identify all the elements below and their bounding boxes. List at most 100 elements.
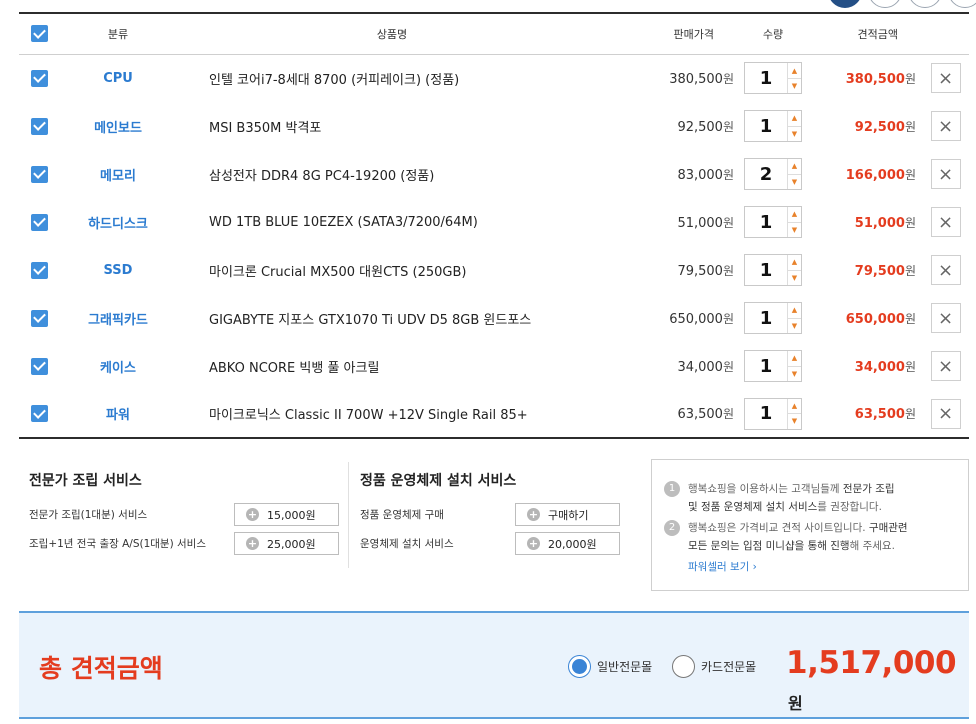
row-category[interactable]: 파워 xyxy=(59,390,177,439)
row-product-name[interactable]: 삼성전자 DDR4 8G PC4-19200 (정품) xyxy=(177,150,607,198)
table-row: CPU 인텔 코어i7-8세대 8700 (커피레이크) (정품) 380,50… xyxy=(19,54,969,102)
row-delete-cell: × xyxy=(922,150,969,198)
row-product-name[interactable]: 인텔 코어i7-8세대 8700 (커피레이크) (정품) xyxy=(177,54,607,102)
increase-qty-icon[interactable]: ▲ xyxy=(788,255,801,270)
row-product-name[interactable]: 마이크론 Crucial MX500 대원CTS (250GB) xyxy=(177,246,607,294)
delete-row-button[interactable]: × xyxy=(930,255,961,285)
buy-os-button[interactable]: + 구매하기 xyxy=(515,503,620,526)
increase-qty-icon[interactable]: ▲ xyxy=(788,159,801,174)
row-checkbox[interactable] xyxy=(30,213,48,231)
notice-emphasis: 구매관련 xyxy=(868,522,908,534)
quantity-stepper[interactable]: 1 ▲ ▼ xyxy=(744,254,802,286)
delete-row-button[interactable]: × xyxy=(930,398,961,429)
quantity-value[interactable]: 2 xyxy=(745,159,787,189)
quantity-value[interactable]: 1 xyxy=(745,207,787,237)
plus-icon: + xyxy=(246,508,259,521)
expert-service-row: 조립+1년 전국 출장 A/S(1대분) 서비스 +25,000원 xyxy=(29,529,339,558)
os-install-button[interactable]: +20,000원 xyxy=(515,532,620,555)
quantity-stepper[interactable]: 2 ▲ ▼ xyxy=(744,158,802,190)
row-total-unit: 원 xyxy=(904,359,916,374)
decrease-qty-icon[interactable]: ▼ xyxy=(788,269,801,286)
increase-qty-icon[interactable]: ▲ xyxy=(788,303,801,318)
row-checkbox[interactable] xyxy=(30,357,48,375)
row-checkbox[interactable] xyxy=(30,261,48,279)
estimate-table: 분류 상품명 판매가격 수량 견적금액 CPU 인텔 코어i7-8세대 8700… xyxy=(19,14,969,439)
notice-emphasis: 전문가 조립 xyxy=(842,483,895,495)
expert-as-service-button[interactable]: +25,000원 xyxy=(234,532,339,555)
row-category[interactable]: 그래픽카드 xyxy=(59,294,177,342)
decrease-qty-icon[interactable]: ▼ xyxy=(788,413,801,429)
row-price-unit: 원 xyxy=(722,263,734,278)
pager-dot[interactable] xyxy=(868,0,902,8)
increase-qty-icon[interactable]: ▲ xyxy=(788,207,801,222)
delete-row-button[interactable]: × xyxy=(930,303,961,333)
quantity-stepper[interactable]: 1 ▲ ▼ xyxy=(744,397,802,430)
grand-total-amount: 1,517,000 xyxy=(786,645,957,681)
delete-row-button[interactable]: × xyxy=(930,159,961,189)
row-checkbox[interactable] xyxy=(30,309,48,327)
delete-row-button[interactable]: × xyxy=(930,111,961,141)
radio-normal-mall[interactable]: 일반전문몰 xyxy=(568,655,652,678)
quantity-value[interactable]: 1 xyxy=(745,303,787,333)
row-category[interactable]: 메인보드 xyxy=(59,102,177,150)
expert-service-label: 전문가 조립(1대분) 서비스 xyxy=(29,509,148,521)
row-checkbox[interactable] xyxy=(30,69,48,87)
header-category: 분류 xyxy=(59,14,177,55)
quantity-value[interactable]: 1 xyxy=(745,63,787,93)
notice-text-part: 를 권장 xyxy=(817,501,850,513)
decrease-qty-icon[interactable]: ▼ xyxy=(788,365,801,382)
quantity-stepper[interactable]: 1 ▲ ▼ xyxy=(744,350,802,382)
row-category[interactable]: SSD xyxy=(59,246,177,294)
decrease-qty-icon[interactable]: ▼ xyxy=(788,317,801,334)
decrease-qty-icon[interactable]: ▼ xyxy=(788,125,801,142)
power-seller-link[interactable]: 파워셀러 보기 › xyxy=(688,558,956,576)
decrease-qty-icon[interactable]: ▼ xyxy=(788,221,801,238)
increase-qty-icon[interactable]: ▲ xyxy=(788,399,801,414)
row-product-name[interactable]: ABKO NCORE 빅뱅 풀 아크릴 xyxy=(177,342,607,390)
delete-row-button[interactable]: × xyxy=(930,207,961,237)
row-checkbox-cell xyxy=(19,246,59,294)
row-category[interactable]: 케이스 xyxy=(59,342,177,390)
quantity-value[interactable]: 1 xyxy=(745,351,787,381)
row-category[interactable]: CPU xyxy=(59,54,177,102)
radio-unselected-icon[interactable] xyxy=(672,655,695,678)
row-price-unit: 원 xyxy=(722,359,734,374)
row-product-name[interactable]: GIGABYTE 지포스 GTX1070 Ti UDV D5 8GB 윈드포스 xyxy=(177,294,607,342)
expert-assembly-button[interactable]: +15,000원 xyxy=(234,503,339,526)
row-delete-cell: × xyxy=(922,294,969,342)
row-total: 79,500 xyxy=(854,263,905,279)
increase-qty-icon[interactable]: ▲ xyxy=(788,111,801,126)
increase-qty-icon[interactable]: ▲ xyxy=(788,351,801,366)
decrease-qty-icon[interactable]: ▼ xyxy=(788,77,801,94)
row-product-name[interactable]: MSI B350M 박격포 xyxy=(177,102,607,150)
row-category[interactable]: 하드디스크 xyxy=(59,198,177,246)
quantity-value[interactable]: 1 xyxy=(745,399,787,429)
row-checkbox[interactable] xyxy=(30,117,48,135)
row-total: 63,500 xyxy=(854,407,905,422)
radio-card-mall[interactable]: 카드전문몰 xyxy=(672,655,756,678)
expert-as-service-button-label: 25,000원 xyxy=(267,537,316,551)
decrease-qty-icon[interactable]: ▼ xyxy=(788,173,801,190)
delete-row-button[interactable]: × xyxy=(930,63,961,94)
increase-qty-icon[interactable]: ▲ xyxy=(788,63,801,78)
quantity-stepper[interactable]: 1 ▲ ▼ xyxy=(744,206,802,238)
pager-dot[interactable] xyxy=(948,0,976,8)
select-all-checkbox[interactable] xyxy=(30,25,48,43)
row-checkbox-cell xyxy=(19,150,59,198)
header-select-all xyxy=(19,14,59,55)
row-product-name[interactable]: 마이크로닉스 Classic II 700W +12V Single Rail … xyxy=(177,390,607,439)
radio-selected-icon[interactable] xyxy=(568,655,591,678)
pager-dot-active[interactable] xyxy=(828,0,862,8)
grand-total-unit: 원 xyxy=(788,694,803,713)
row-product-name[interactable]: WD 1TB BLUE 10EZEX (SATA3/7200/64M) xyxy=(177,198,607,246)
quantity-stepper[interactable]: 1 ▲ ▼ xyxy=(744,302,802,334)
quantity-stepper[interactable]: 1 ▲ ▼ xyxy=(744,110,802,142)
row-checkbox[interactable] xyxy=(30,165,48,183)
row-checkbox[interactable] xyxy=(30,405,48,422)
row-category[interactable]: 메모리 xyxy=(59,150,177,198)
quantity-value[interactable]: 1 xyxy=(745,255,787,285)
pager-dot[interactable] xyxy=(908,0,942,8)
delete-row-button[interactable]: × xyxy=(930,351,961,381)
quantity-stepper[interactable]: 1 ▲ ▼ xyxy=(744,62,802,95)
quantity-value[interactable]: 1 xyxy=(745,111,787,141)
